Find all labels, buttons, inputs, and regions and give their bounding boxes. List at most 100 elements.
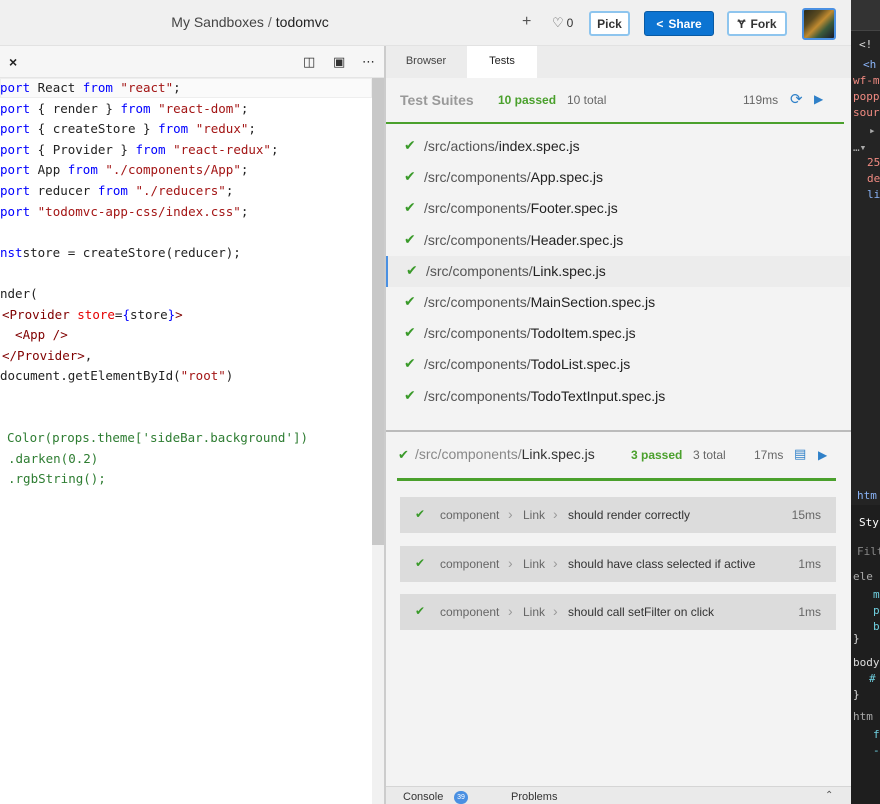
test-suite-row[interactable]: ✔ /src/components/App.spec.js bbox=[386, 162, 850, 193]
code-token: from bbox=[82, 80, 113, 95]
code-token: from bbox=[67, 162, 98, 178]
code-line: port "todomvc-app-css/index.css"; bbox=[0, 202, 248, 222]
check-icon: ✔ bbox=[406, 261, 418, 278]
run-all-icon[interactable]: ▶ bbox=[814, 92, 823, 106]
test-name: should render correctly bbox=[568, 508, 691, 522]
test-suite-row[interactable]: ✔ /src/components/TodoItem.spec.js bbox=[386, 318, 850, 349]
split-view-icon[interactable]: ◫ bbox=[303, 54, 315, 70]
chevron-right-icon: › bbox=[508, 506, 513, 522]
code-editor[interactable]: port React from "react"; port { render } … bbox=[0, 78, 372, 804]
like-button[interactable]: ♡ 0 bbox=[552, 15, 573, 31]
editor-scrollbar-thumb[interactable] bbox=[372, 78, 384, 545]
code-line: .rgbString(); bbox=[8, 469, 106, 489]
test-suite-row[interactable]: ✔ /src/components/TodoList.spec.js bbox=[386, 349, 850, 380]
console-count-badge: 39 bbox=[454, 791, 468, 804]
test-suite-row[interactable]: ✔ /src/components/TodoTextInput.spec.js bbox=[386, 381, 850, 412]
devtools-text: body bbox=[853, 656, 880, 669]
code-token: "./components/App" bbox=[97, 162, 241, 178]
code-token: store = createStore(reducer); bbox=[22, 244, 241, 260]
avatar[interactable] bbox=[802, 8, 836, 40]
chevron-right-icon: › bbox=[553, 506, 558, 522]
test-suite-file: MainSection.spec.js bbox=[530, 294, 656, 310]
devtools-text: de bbox=[867, 172, 880, 185]
test-describe: Link bbox=[523, 556, 546, 571]
devtools-text: htm bbox=[853, 710, 873, 723]
refresh-icon[interactable]: ⟳ bbox=[790, 90, 803, 108]
test-suite-row[interactable]: ✔ /src/actions/index.spec.js bbox=[386, 131, 850, 162]
share-button[interactable]: < Share bbox=[644, 11, 714, 36]
chevron-right-icon: › bbox=[553, 603, 558, 619]
code-token: React bbox=[37, 80, 83, 95]
test-suite-row[interactable]: ✔ /src/components/MainSection.spec.js bbox=[386, 287, 850, 318]
devtools-text: p bbox=[873, 604, 880, 617]
devtools-text: - bbox=[873, 744, 880, 757]
suites-duration: 119ms bbox=[743, 93, 779, 107]
plus-icon[interactable]: + bbox=[522, 13, 531, 31]
code-token: "react-redux" bbox=[165, 141, 271, 157]
check-icon: ✔ bbox=[404, 199, 416, 216]
test-suite-dir: /src/components/ bbox=[426, 262, 533, 279]
preview-icon[interactable]: ▣ bbox=[333, 54, 345, 70]
test-suite-dir: /src/components/ bbox=[424, 169, 531, 186]
test-result-row[interactable]: ✔ component › Link › should call setFilter on… bbox=[400, 594, 836, 630]
code-line: nder( bbox=[0, 284, 38, 304]
devtools-text: } bbox=[853, 632, 860, 645]
preview-tabs: Browser Tests bbox=[386, 46, 851, 78]
fork-button[interactable]: Ɏ Fork bbox=[727, 11, 787, 36]
test-result-row[interactable]: ✔ component › Link › should have class select… bbox=[400, 545, 836, 582]
code-token: > bbox=[175, 306, 183, 322]
open-file-icon[interactable]: ▤ bbox=[794, 446, 806, 462]
test-file-dir: /src/components/ bbox=[415, 446, 522, 462]
more-icon[interactable]: ⋯ bbox=[362, 54, 375, 70]
test-result-row[interactable]: ✔ component › Link › should render correctly 1… bbox=[400, 497, 836, 533]
test-suite-row[interactable]: ✔ /src/components/Header.spec.js bbox=[386, 225, 850, 256]
code-line: port reducer from "./reducers"; bbox=[0, 181, 233, 201]
test-suite-path: /src/components/TodoList.spec.js bbox=[424, 356, 630, 372]
code-token: port bbox=[0, 203, 38, 219]
devtools-text: Filte bbox=[857, 545, 880, 558]
file-progress-bar bbox=[397, 478, 836, 481]
breadcrumb: My Sandboxes / todomvc bbox=[0, 14, 500, 30]
test-suite-file: TodoTextInput.spec.js bbox=[530, 387, 666, 404]
code-token: port bbox=[0, 80, 38, 95]
test-duration: 15ms bbox=[791, 508, 821, 522]
devtools-text: 25 bbox=[867, 156, 880, 169]
devtools-text: ele bbox=[853, 570, 873, 583]
pick-label: Pick bbox=[597, 16, 622, 31]
code-token: App bbox=[37, 162, 68, 178]
code-token: ; bbox=[270, 141, 279, 157]
run-file-icon[interactable]: ▶ bbox=[818, 448, 827, 462]
code-token: ; bbox=[173, 80, 181, 95]
check-icon: ✔ bbox=[404, 168, 416, 185]
devtools-text: popp bbox=[853, 90, 880, 103]
test-suite-dir: /src/actions/ bbox=[424, 138, 499, 154]
code-token: port bbox=[0, 183, 38, 198]
code-line: port React from "react"; bbox=[0, 78, 181, 98]
tab-console[interactable]: Console bbox=[403, 791, 443, 803]
tab-problems[interactable]: Problems bbox=[511, 791, 557, 803]
tab-browser[interactable]: Browser bbox=[386, 46, 466, 78]
test-suite-list: ✔ /src/actions/index.spec.js ✔ /src/compone… bbox=[386, 131, 850, 430]
editor-tab-bar: × ◫ ▣ ⋯ bbox=[0, 46, 384, 78]
code-line: document.getElementById("root") bbox=[0, 366, 233, 386]
test-suite-dir: /src/components/ bbox=[424, 356, 531, 373]
breadcrumb-sandboxes[interactable]: My Sandboxes bbox=[171, 14, 264, 30]
code-token: port bbox=[0, 121, 38, 137]
code-token: Color(props.theme['sideBar.background']) bbox=[7, 430, 309, 446]
close-icon[interactable]: × bbox=[9, 54, 17, 70]
check-icon: ✔ bbox=[404, 230, 416, 247]
code-token: { bbox=[122, 306, 130, 322]
test-suite-file: Link.spec.js bbox=[532, 262, 606, 279]
project-name[interactable]: todomvc bbox=[276, 14, 329, 30]
pick-button[interactable]: Pick bbox=[589, 11, 630, 36]
code-token: } bbox=[167, 306, 176, 322]
test-suite-file: Header.spec.js bbox=[530, 231, 624, 248]
check-icon: ✔ bbox=[404, 293, 416, 309]
devtools-text: # bbox=[869, 672, 876, 685]
test-suite-row[interactable]: ✔ /src/components/Link.spec.js bbox=[386, 255, 850, 287]
code-token: ; bbox=[240, 203, 249, 219]
chevron-up-icon[interactable]: ⌃ bbox=[825, 790, 833, 801]
tab-tests[interactable]: Tests bbox=[467, 46, 537, 78]
test-duration: 1ms bbox=[798, 556, 821, 571]
test-suite-row[interactable]: ✔ /src/components/Footer.spec.js bbox=[386, 193, 850, 224]
